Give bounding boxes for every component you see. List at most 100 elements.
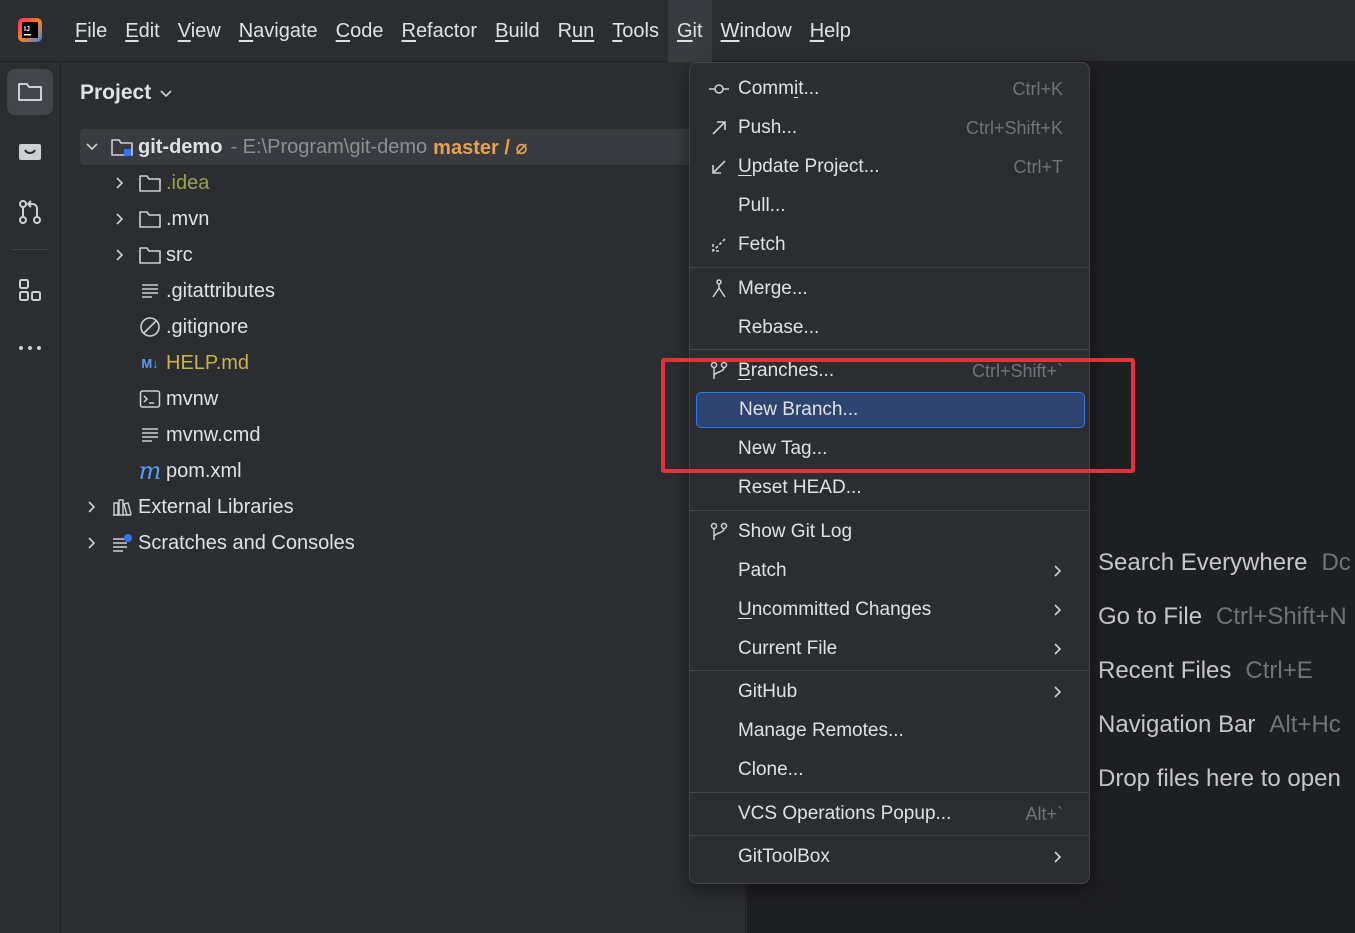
menu-item-pull[interactable]: Pull... (696, 188, 1085, 224)
tree-item-label: .idea (166, 171, 210, 194)
menu-item-github[interactable]: GitHub (696, 674, 1085, 710)
menu-item-show-git-log[interactable]: Show Git Log (696, 514, 1085, 550)
shortcut-label: Alt+` (1025, 803, 1063, 824)
menu-item-fetch[interactable]: Fetch (696, 227, 1085, 263)
tree-item-label: .mvn (166, 207, 210, 230)
tree-item-idea[interactable]: .idea (110, 165, 209, 201)
menu-item-reset-head[interactable]: Reset HEAD... (696, 470, 1085, 506)
tree-item-external-libraries[interactable]: External Libraries (82, 489, 294, 525)
tree-item-label: External Libraries (138, 495, 294, 518)
menu-item-push[interactable]: Push... Ctrl+Shift+K (696, 110, 1085, 146)
menu-item-new-branch[interactable]: New Branch... (696, 392, 1085, 428)
menu-item-new-tag[interactable]: New Tag... (696, 431, 1085, 467)
tree-item-help-md[interactable]: M↓ HELP.md (138, 345, 249, 381)
module-folder-icon (110, 135, 134, 159)
maven-icon: m (138, 457, 162, 485)
merge-icon (708, 278, 730, 300)
menu-item-patch[interactable]: Patch (696, 553, 1085, 589)
menu-item-clone[interactable]: Clone... (696, 752, 1085, 788)
menu-git[interactable]: Git (667, 0, 712, 62)
menu-view[interactable]: View (169, 0, 230, 62)
hint-navigation-bar: Navigation Bar Alt+Hc (1098, 711, 1341, 738)
chevron-right-icon[interactable] (110, 245, 130, 265)
markdown-icon: M↓ (141, 355, 159, 371)
hint-search-everywhere: Search Everywhere Dc (1098, 549, 1351, 576)
menu-separator (690, 510, 1089, 511)
structure-tool-button[interactable] (7, 267, 53, 313)
menu-code[interactable]: Code (327, 0, 393, 62)
shortcut-label: Ctrl+Shift+` (971, 360, 1063, 381)
tree-root-git-demo[interactable]: git-demo - E:\Program\git-demo master / … (80, 129, 746, 165)
svg-text:IJ: IJ (24, 26, 30, 33)
project-panel: Project git-demo - E:\Program\git-demo m… (62, 62, 746, 933)
tree-item-mvnw[interactable]: mvnw (138, 381, 218, 417)
tree-item-scratches[interactable]: Scratches and Consoles (82, 525, 355, 561)
menu-item-merge[interactable]: Merge... (696, 271, 1085, 307)
tool-window-strip (0, 62, 61, 933)
project-tool-button[interactable] (7, 69, 53, 115)
more-tools-button[interactable] (7, 325, 53, 371)
pull-requests-tool-button[interactable] (7, 129, 53, 175)
tree-item-label: HELP.md (166, 351, 250, 374)
menu-separator (690, 267, 1089, 268)
chevron-right-icon[interactable] (82, 533, 102, 553)
structure-icon (19, 279, 41, 301)
tree-item-src[interactable]: src (110, 237, 193, 273)
menu-refactor[interactable]: Refactor (392, 0, 486, 62)
branch-icon (708, 360, 730, 382)
chevron-down-icon[interactable] (82, 137, 102, 157)
tree-item-gitignore[interactable]: .gitignore (138, 309, 248, 345)
menu-item-vcs-operations-popup[interactable]: VCS Operations Popup... Alt+` (696, 796, 1085, 832)
menu-build[interactable]: Build (486, 0, 548, 62)
hint-drop-files: Drop files here to open (1098, 765, 1341, 792)
shortcut-label: Ctrl+K (1012, 78, 1063, 99)
intellij-logo-icon[interactable]: IJ (17, 17, 43, 43)
menu-item-gittoolbox[interactable]: GitToolBox (696, 839, 1085, 875)
menu-edit[interactable]: Edit (116, 0, 168, 62)
project-panel-header[interactable]: Project (80, 78, 173, 108)
menu-separator (690, 349, 1089, 350)
menu-item-uncommitted-changes[interactable]: Uncommitted Changes (696, 592, 1085, 628)
tree-item-label: .gitignore (166, 315, 249, 338)
chevron-right-icon (1053, 564, 1067, 578)
menu-item-manage-remotes[interactable]: Manage Remotes... (696, 713, 1085, 749)
menu-separator (690, 670, 1089, 671)
menu-item-branches[interactable]: Branches... Ctrl+Shift+` (696, 353, 1085, 389)
chevron-right-icon[interactable] (110, 209, 130, 229)
folder-icon (18, 83, 42, 101)
commit-tool-button[interactable] (7, 189, 53, 235)
root-path: - E:\Program\git-demo (230, 135, 428, 158)
chevron-right-icon (1053, 850, 1067, 864)
chevron-down-icon (160, 90, 172, 98)
menu-navigate[interactable]: Navigate (230, 0, 327, 62)
more-dots-icon (19, 346, 41, 350)
text-file-icon (138, 279, 162, 303)
github-cat-icon (19, 144, 41, 160)
chevron-right-icon[interactable] (82, 497, 102, 517)
menu-item-current-file[interactable]: Current File (696, 631, 1085, 667)
pull-request-icon (19, 200, 41, 224)
tree-item-mvnw-cmd[interactable]: mvnw.cmd (138, 417, 260, 453)
folder-icon (138, 243, 162, 267)
ignore-file-icon (138, 315, 162, 339)
text-file-icon (138, 423, 162, 447)
tree-item-label: Scratches and Consoles (138, 531, 355, 554)
tree-item-label: .gitattributes (166, 279, 275, 302)
menu-file[interactable]: File (66, 0, 116, 62)
menu-tools[interactable]: Tools (603, 0, 668, 62)
root-name: git-demo (138, 135, 223, 158)
menu-item-update-project[interactable]: Update Project... Ctrl+T (696, 149, 1085, 185)
chevron-right-icon[interactable] (110, 173, 130, 193)
menu-item-rebase[interactable]: Rebase... (696, 310, 1085, 346)
update-arrow-icon (708, 156, 730, 178)
tree-item-gitattributes[interactable]: .gitattributes (138, 273, 275, 309)
tree-item-mvn[interactable]: .mvn (110, 201, 209, 237)
git-branch-label: master / ⌀ (433, 136, 528, 159)
fetch-icon (708, 234, 730, 256)
menu-window[interactable]: Window (712, 0, 801, 62)
menu-separator (690, 835, 1089, 836)
menu-item-commit[interactable]: Commit... Ctrl+K (696, 71, 1085, 107)
menu-help[interactable]: Help (801, 0, 860, 62)
tree-item-pom-xml[interactable]: m pom.xml (138, 453, 242, 489)
menu-run[interactable]: Run (549, 0, 604, 62)
